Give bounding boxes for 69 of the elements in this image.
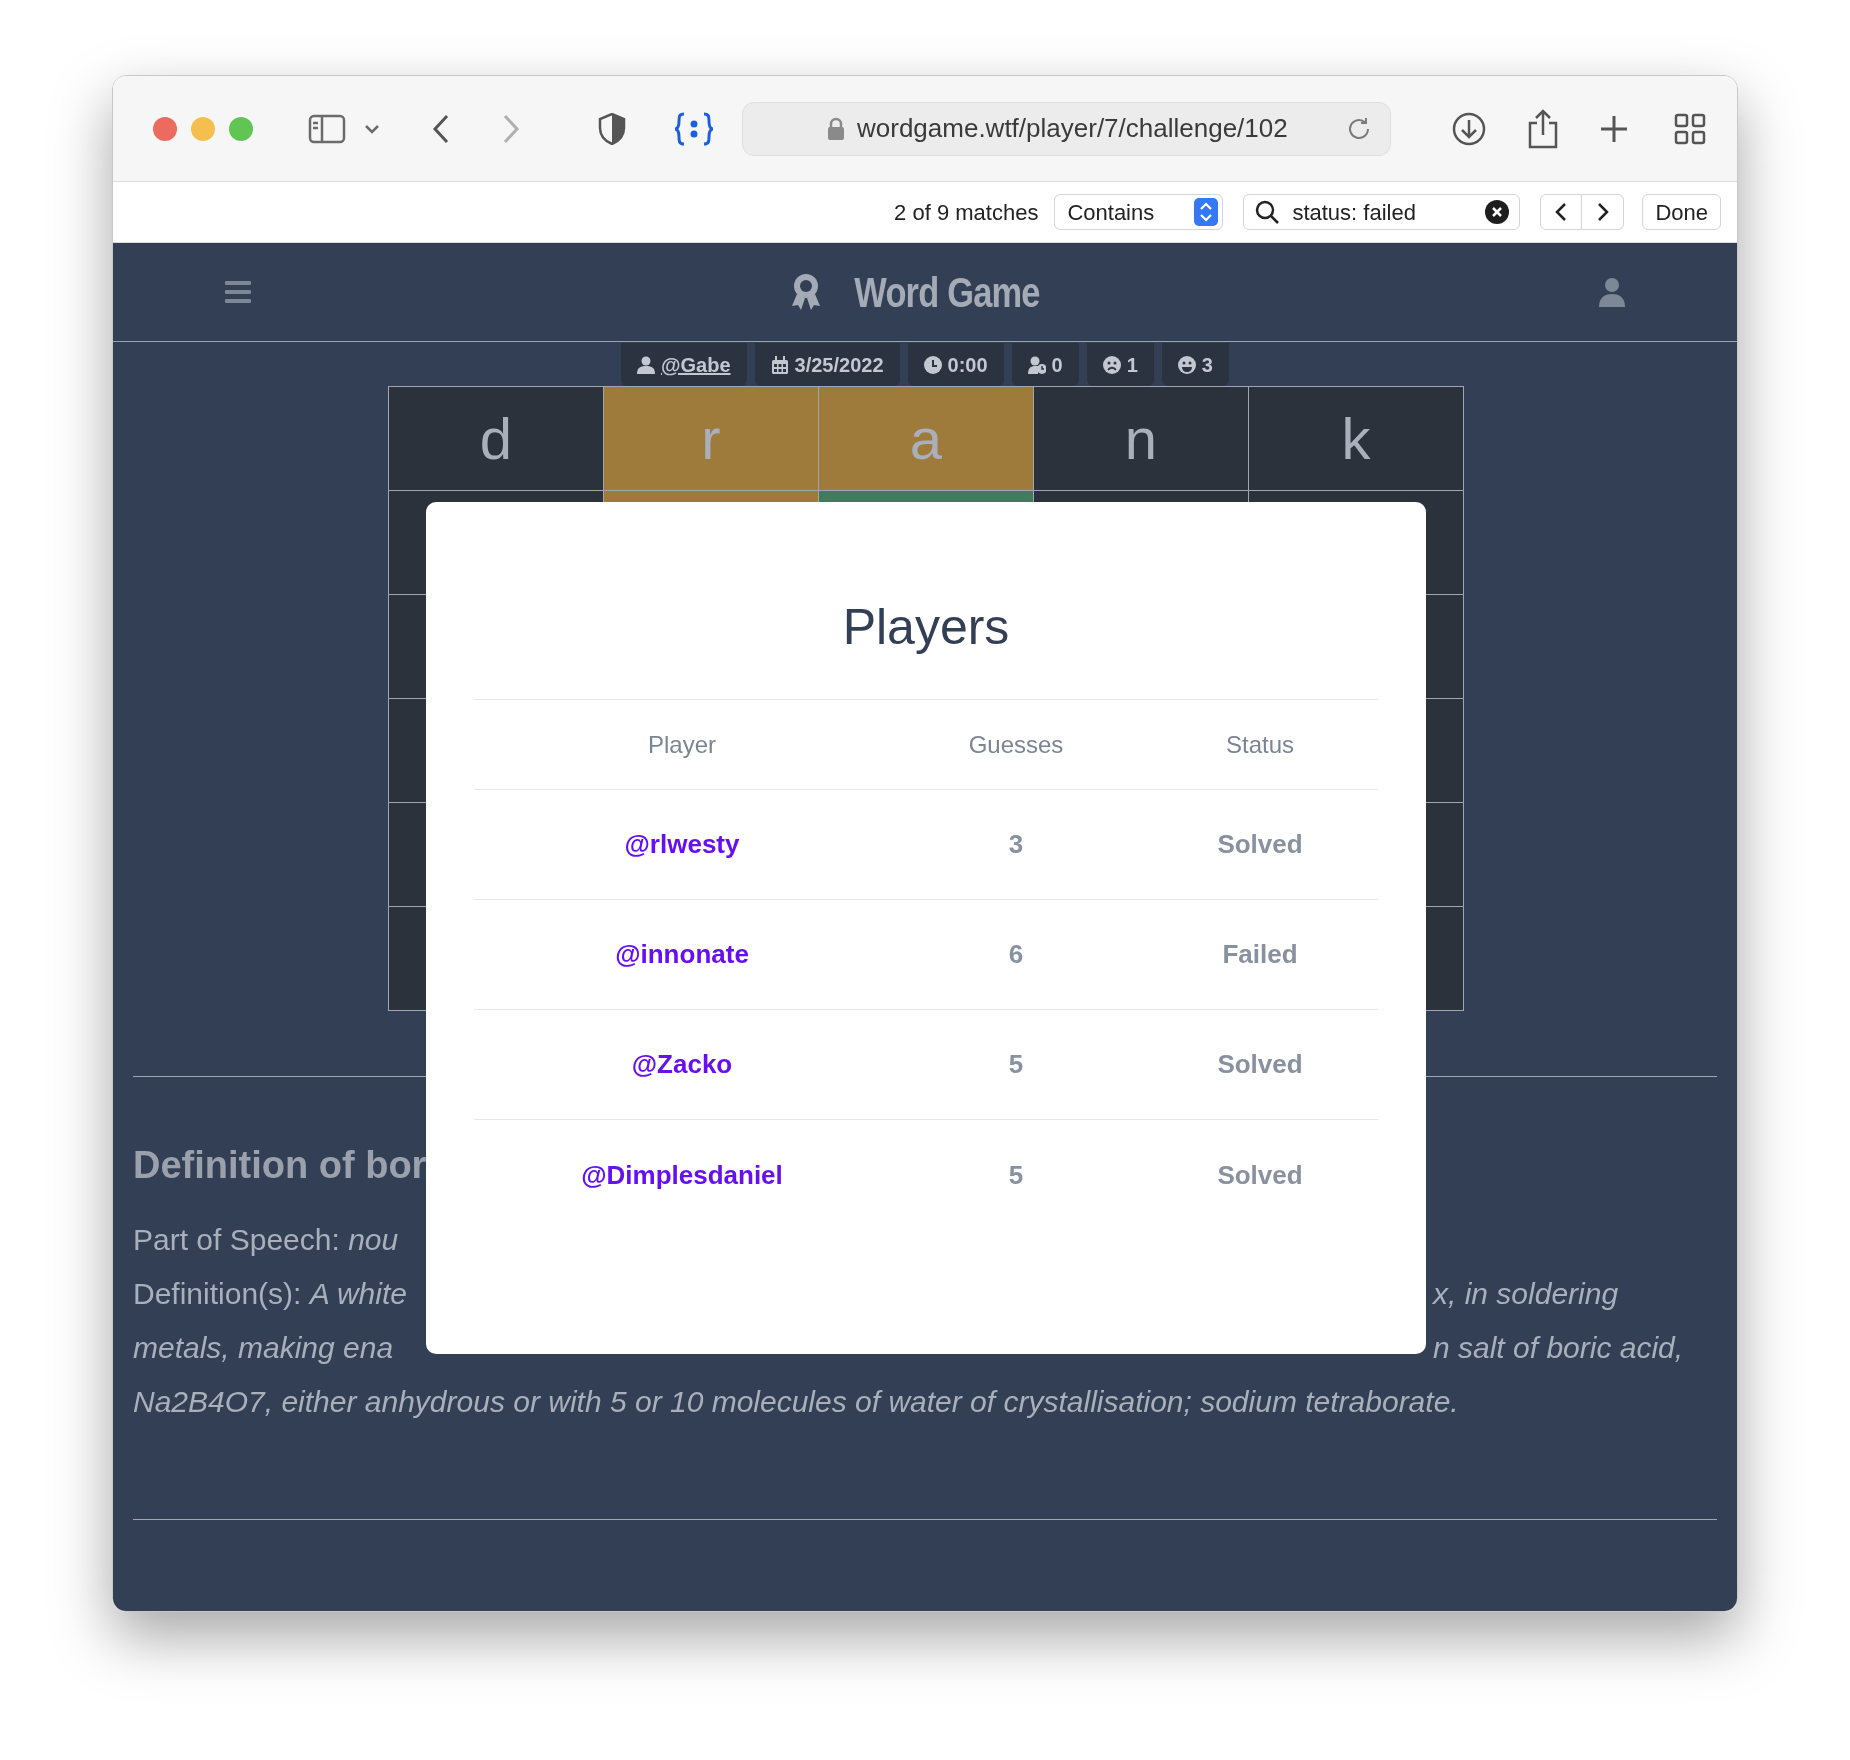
chevron-right-icon bbox=[1596, 202, 1609, 222]
stat-pill: 0:00 bbox=[907, 343, 1004, 386]
chevron-left-icon bbox=[1555, 202, 1568, 222]
player-link[interactable]: @Zacko bbox=[631, 1045, 733, 1084]
find-search-field[interactable]: status: failed bbox=[1243, 194, 1521, 230]
reload-icon[interactable] bbox=[1346, 115, 1372, 142]
letter-tile: d bbox=[389, 387, 604, 491]
url-text: wordgame.wtf/player/7/challenge/102 bbox=[857, 112, 1288, 145]
lock-icon bbox=[827, 116, 845, 141]
stat-pill: 0 bbox=[1011, 343, 1079, 386]
app-title: Word Game bbox=[854, 267, 1040, 318]
match-count: 2 of 9 matches bbox=[894, 198, 1039, 227]
definition-text: n salt of boric acid, bbox=[1433, 1329, 1684, 1366]
status-cell-text: Solved bbox=[1216, 1048, 1304, 1081]
shield-icon[interactable] bbox=[598, 112, 626, 145]
column-header: Player bbox=[647, 729, 717, 760]
braces-icon[interactable] bbox=[674, 111, 714, 146]
address-bar[interactable]: wordgame.wtf/player/7/challenge/102 bbox=[742, 101, 1391, 156]
stat-pill: 3 bbox=[1161, 343, 1229, 386]
clock-icon bbox=[923, 355, 942, 374]
user-icon bbox=[637, 355, 656, 374]
status-cell-text: Solved bbox=[1216, 828, 1304, 861]
player-link[interactable]: @Dimplesdaniel bbox=[581, 1155, 783, 1195]
plus-icon[interactable] bbox=[1599, 113, 1629, 144]
close-window-button[interactable] bbox=[153, 116, 177, 141]
frown-icon bbox=[1102, 355, 1121, 374]
guesses-cell-text: 5 bbox=[1007, 1158, 1025, 1192]
letter-tile: k bbox=[1249, 387, 1464, 491]
user-clock-icon bbox=[1027, 355, 1046, 374]
stepper-icon bbox=[1194, 198, 1219, 226]
guesses-cell-text: 3 bbox=[1007, 828, 1025, 861]
clear-icon[interactable] bbox=[1485, 200, 1510, 224]
stat-pill: 3/25/2022 bbox=[754, 343, 900, 386]
calendar-icon bbox=[770, 355, 789, 374]
definition-text: metals, making ena bbox=[133, 1330, 394, 1364]
award-icon bbox=[790, 272, 823, 312]
definition-text: Part of Speech: nou bbox=[133, 1222, 399, 1256]
download-icon[interactable] bbox=[1451, 110, 1487, 147]
dialog-title: Players bbox=[474, 502, 1378, 700]
user-icon[interactable] bbox=[1599, 277, 1625, 307]
share-icon[interactable] bbox=[1527, 108, 1559, 149]
previous-match-button[interactable] bbox=[1540, 194, 1583, 230]
definition-text: x, in soldering bbox=[1433, 1275, 1619, 1312]
back-icon[interactable] bbox=[432, 113, 450, 144]
stat-pill[interactable]: @Gabe bbox=[621, 343, 747, 386]
menu-icon[interactable] bbox=[225, 281, 251, 303]
column-header: Status bbox=[1224, 729, 1295, 760]
status-cell-text: Solved bbox=[1216, 1158, 1304, 1192]
player-link[interactable]: @innonate bbox=[615, 935, 749, 974]
definition-heading: Definition of bor bbox=[133, 1143, 427, 1188]
definition-text: Definition(s): A white bbox=[133, 1276, 407, 1310]
search-icon bbox=[1254, 199, 1281, 225]
letter-tile: n bbox=[1034, 387, 1249, 491]
column-header: Guesses bbox=[967, 729, 1065, 760]
guesses-cell-text: 5 bbox=[1007, 1048, 1025, 1081]
match-mode-select[interactable]: Contains bbox=[1054, 194, 1224, 230]
sidebar-icon[interactable] bbox=[308, 113, 346, 144]
letter-tile: a bbox=[819, 387, 1034, 491]
stat-pill: 1 bbox=[1086, 343, 1154, 386]
definition-text: Na2B4O7, either anhydrous or with 5 or 10 molecules of water of crystallisation; sodium tetraborate. bbox=[133, 1384, 1459, 1418]
chevron-down-icon[interactable] bbox=[364, 123, 380, 134]
status-cell-text: Failed bbox=[1221, 938, 1299, 971]
next-match-button[interactable] bbox=[1582, 194, 1625, 230]
done-button[interactable]: Done bbox=[1642, 194, 1721, 230]
tabs-grid-icon[interactable] bbox=[1674, 112, 1706, 145]
guesses-cell-text: 6 bbox=[1007, 938, 1025, 971]
letter-tile: r bbox=[604, 387, 819, 491]
grin-icon bbox=[1177, 355, 1196, 374]
player-link[interactable]: @rlwesty bbox=[624, 825, 740, 864]
